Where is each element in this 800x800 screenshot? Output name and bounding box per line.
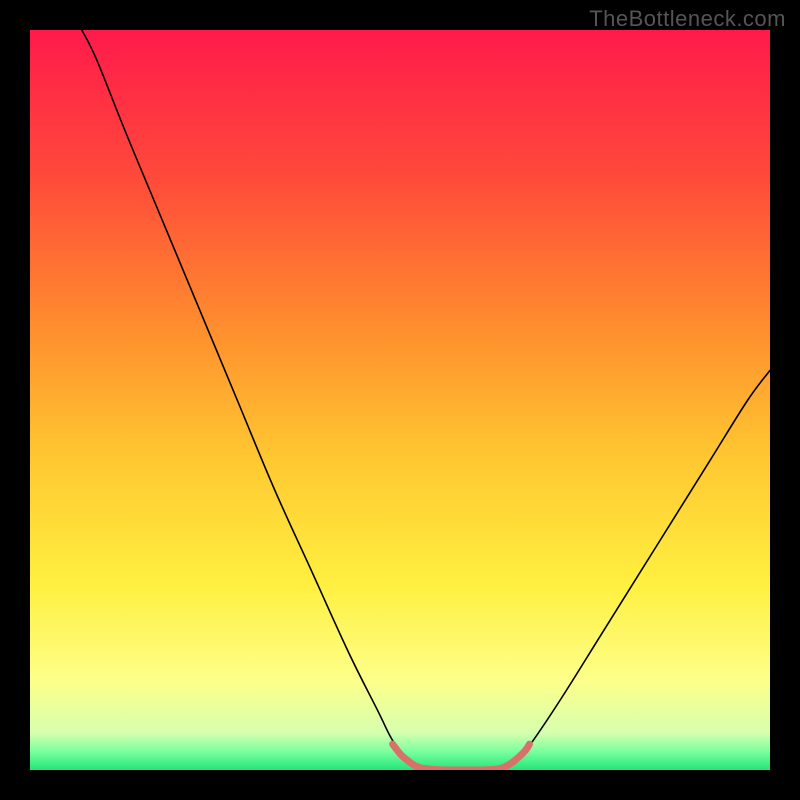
- chart-frame: TheBottleneck.com: [0, 0, 800, 800]
- chart-svg: [30, 30, 770, 770]
- plot-area: [30, 30, 770, 770]
- gradient-background: [30, 30, 770, 770]
- watermark-text: TheBottleneck.com: [589, 6, 786, 32]
